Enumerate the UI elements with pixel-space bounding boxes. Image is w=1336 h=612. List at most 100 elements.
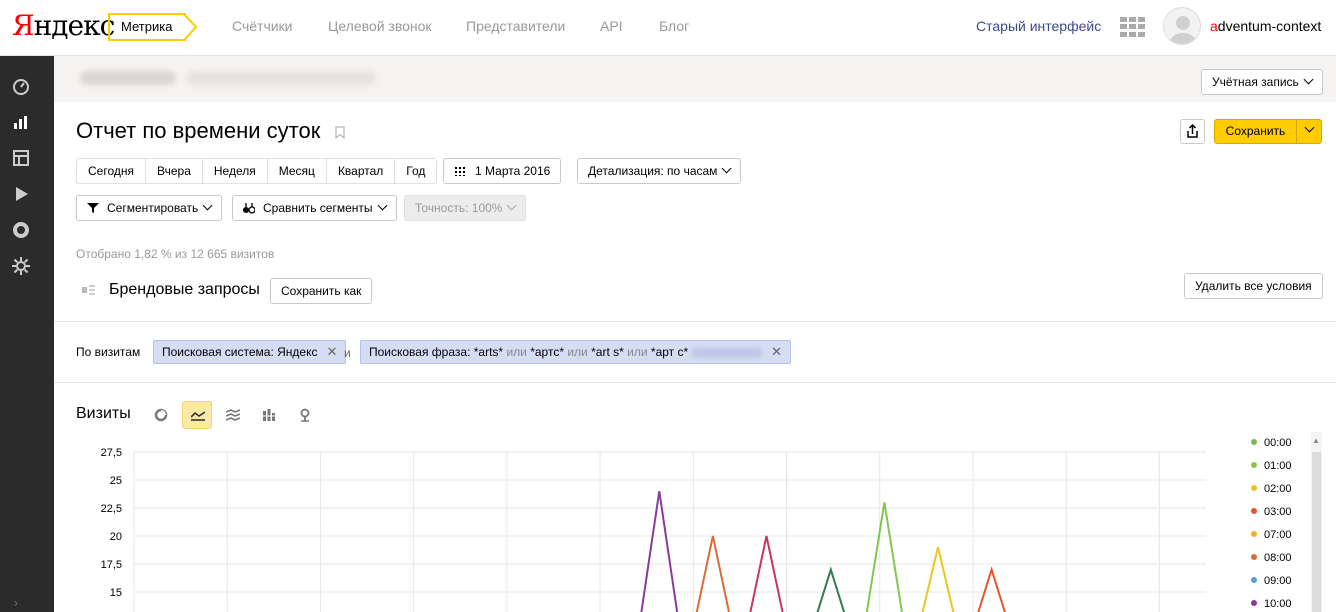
account-dropdown[interactable]: Учётная запись — [1201, 69, 1323, 95]
series-line-3[interactable] — [970, 566, 1014, 612]
y-tick-label: 22,5 — [101, 503, 122, 515]
visits-line-chart[interactable]: 27,5 25 22,5 20 17,5 15 — [76, 440, 1236, 612]
username[interactable]: adventum-context — [1210, 18, 1321, 34]
legend-item[interactable]: 08:00 — [1251, 552, 1292, 564]
avatar[interactable] — [1163, 7, 1201, 45]
period-quarter[interactable]: Квартал — [327, 159, 396, 183]
segment-tag-icon — [82, 285, 95, 295]
legend-item[interactable]: 01:00 — [1251, 460, 1292, 472]
legend-item[interactable]: 07:00 — [1251, 529, 1292, 541]
layout-panel-icon[interactable] — [11, 148, 31, 168]
chevron-down-icon — [202, 200, 213, 211]
conditions-label: По визитам — [76, 345, 141, 359]
chart-type-bars[interactable] — [254, 401, 284, 429]
legend-label: 02:00 — [1264, 483, 1292, 495]
date-picker-button[interactable]: 1 Марта 2016 — [443, 158, 562, 184]
nav-counters[interactable]: Счётчики — [232, 18, 293, 34]
segment-name: Брендовые запросы — [109, 281, 260, 298]
legend-item[interactable]: 03:00 — [1251, 506, 1292, 518]
scroll-up-arrow-icon[interactable]: ▲ — [1312, 436, 1320, 445]
page-title: Отчет по времени суток — [76, 118, 321, 143]
export-button[interactable] — [1180, 119, 1205, 144]
filter-funnel-icon — [87, 203, 99, 213]
top-bar: Яндекс Метрика Счётчики Целевой звонок П… — [0, 0, 1336, 56]
legend-dot-icon — [1251, 600, 1257, 606]
and-label: и — [344, 346, 351, 360]
chart-type-area[interactable] — [218, 401, 248, 429]
legend-dot-icon — [1251, 439, 1257, 445]
nav-representatives[interactable]: Представители — [466, 18, 565, 34]
series-line-9[interactable] — [809, 566, 853, 612]
legend-item[interactable]: 00:00 — [1251, 437, 1292, 449]
old-interface-link[interactable]: Старый интерфейс — [976, 18, 1101, 34]
legend-scrollbar-thumb[interactable] — [1312, 452, 1321, 612]
chevron-down-icon — [721, 163, 732, 174]
segment-button[interactable]: Сегментировать — [76, 195, 223, 221]
remove-all-conditions-button[interactable]: Удалить все условия — [1184, 273, 1323, 299]
yandex-logo[interactable]: Яндекс — [12, 9, 115, 42]
legend-label: 09:00 — [1264, 575, 1292, 587]
nav-api[interactable]: API — [600, 18, 623, 34]
condition-value-blurred — [692, 347, 763, 358]
y-tick-label: 27,5 — [101, 447, 122, 459]
chart-type-line[interactable] — [182, 401, 212, 429]
series-line-7[interactable] — [637, 491, 681, 612]
period-yesterday[interactable]: Вчера — [146, 159, 203, 183]
area-chart-icon — [226, 409, 240, 421]
condition-chip-search-engine[interactable]: Поисковая система: Яндекс ✕ — [153, 340, 347, 364]
nav-blog[interactable]: Блог — [659, 18, 689, 34]
save-button[interactable]: Сохранить — [1214, 119, 1297, 144]
condition-chip-search-phrase[interactable]: Поисковая фраза: *arts* или *артс* или *… — [360, 340, 792, 364]
legend-dot-icon — [1251, 508, 1257, 514]
metrika-product-tag[interactable]: Метрика — [108, 13, 186, 41]
user-silhouette-icon — [1170, 16, 1196, 44]
series-line-1[interactable] — [862, 502, 906, 612]
chart-metric-label: Визиты — [76, 405, 131, 422]
counter-site-blurred — [186, 71, 376, 85]
chevron-down-icon — [1304, 122, 1314, 133]
nav-target-call[interactable]: Целевой звонок — [328, 18, 432, 34]
legend-dot-icon — [1251, 462, 1257, 468]
legend-dot-icon — [1251, 531, 1257, 537]
compare-segments-button[interactable]: Сравнить сегменты — [232, 195, 397, 221]
counter-name-blurred — [80, 71, 176, 85]
goals-ring-icon[interactable] — [11, 220, 31, 240]
legend-label: 00:00 — [1264, 437, 1292, 449]
webvisor-play-icon[interactable] — [11, 184, 31, 204]
line-chart-icon — [191, 411, 205, 421]
divider — [54, 321, 1336, 322]
save-as-button[interactable]: Сохранить как — [270, 278, 373, 304]
chevron-down-icon — [377, 200, 387, 211]
legend-label: 07:00 — [1264, 529, 1292, 541]
chart-type-pie[interactable] — [146, 401, 176, 429]
close-icon[interactable]: ✕ — [327, 344, 338, 359]
reports-bar-icon[interactable] — [11, 112, 31, 132]
chart-type-map[interactable] — [290, 401, 320, 429]
legend-dot-icon — [1251, 485, 1257, 491]
close-icon[interactable]: ✕ — [771, 344, 782, 359]
dashboard-gauge-icon[interactable] — [11, 76, 31, 96]
period-today[interactable]: Сегодня — [77, 159, 146, 183]
legend-dot-icon — [1251, 554, 1257, 560]
series-line-5[interactable] — [691, 535, 735, 612]
pie-chart-icon — [154, 408, 168, 422]
sidebar: › — [0, 56, 54, 612]
divider — [54, 382, 1336, 383]
save-options-button[interactable] — [1296, 119, 1322, 144]
legend-item[interactable]: 02:00 — [1251, 483, 1292, 495]
period-month[interactable]: Месяц — [268, 159, 327, 183]
legend-item[interactable]: 10:00 — [1251, 598, 1292, 610]
period-week[interactable]: Неделя — [203, 159, 268, 183]
legend-item[interactable]: 09:00 — [1251, 575, 1292, 587]
period-year[interactable]: Год — [395, 159, 436, 183]
metrika-tag-arrow — [184, 13, 198, 41]
chevron-down-icon — [507, 200, 517, 211]
bookmark-icon[interactable] — [335, 126, 345, 139]
sidebar-expand-icon[interactable]: › — [14, 596, 18, 610]
calendar-icon — [454, 166, 466, 176]
settings-gear-icon[interactable] — [11, 256, 31, 276]
detail-dropdown[interactable]: Детализация: по часам — [577, 158, 742, 184]
series-line-2[interactable] — [916, 546, 960, 612]
apps-grid-icon[interactable] — [1120, 17, 1146, 37]
series-line-8[interactable] — [744, 535, 788, 612]
